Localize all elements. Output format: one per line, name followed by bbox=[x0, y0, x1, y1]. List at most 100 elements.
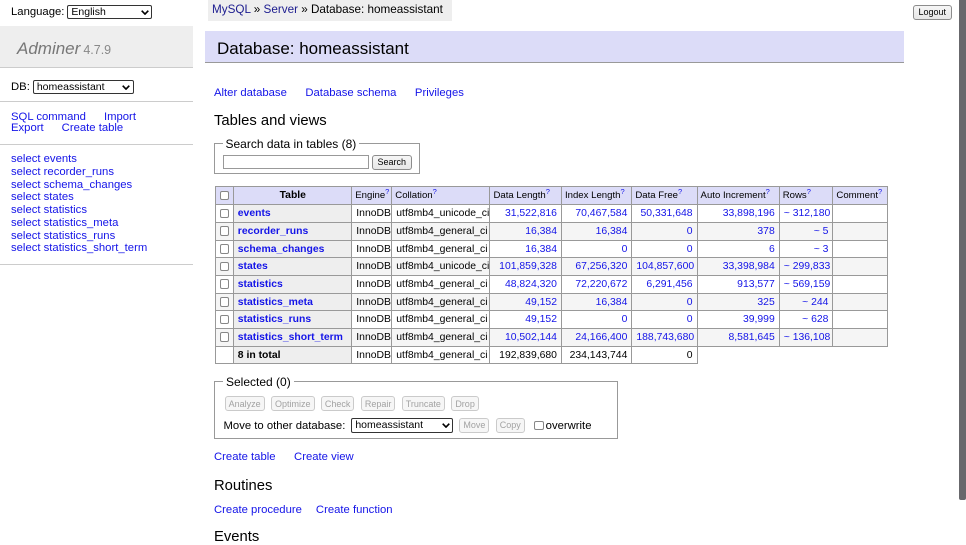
auto-increment-link[interactable]: 325 bbox=[757, 297, 774, 308]
auto-increment-link[interactable]: 8,581,645 bbox=[729, 332, 775, 343]
search-button[interactable]: Search bbox=[372, 155, 413, 170]
sidebar-select-recorder_runs[interactable]: select recorder_runs bbox=[11, 166, 114, 178]
rows-link[interactable]: ~ 136,108 bbox=[784, 332, 831, 343]
table-link-events[interactable]: events bbox=[238, 208, 271, 219]
data-length-link[interactable]: 31,522,816 bbox=[505, 208, 557, 219]
rows-link[interactable]: ~ 299,833 bbox=[784, 261, 831, 272]
index-length-link[interactable]: 72,220,672 bbox=[575, 279, 627, 290]
index-length-link[interactable]: 70,467,584 bbox=[575, 208, 627, 219]
data-free-link[interactable]: 50,331,648 bbox=[641, 208, 693, 219]
index-length-link[interactable]: 0 bbox=[622, 244, 628, 255]
data-free-link[interactable]: 104,857,600 bbox=[636, 261, 694, 272]
row-checkbox[interactable] bbox=[220, 226, 230, 236]
move-database-select[interactable]: homeassistant bbox=[351, 418, 453, 434]
table-link-schema_changes[interactable]: schema_changes bbox=[238, 244, 325, 255]
create-view-link[interactable]: Create view bbox=[294, 451, 354, 463]
data-free-link[interactable]: 0 bbox=[687, 297, 693, 308]
create-procedure-link[interactable]: Create procedure bbox=[214, 504, 302, 516]
index-length-link[interactable]: 16,384 bbox=[596, 226, 628, 237]
data-length-link[interactable]: 49,152 bbox=[525, 314, 557, 325]
scrollbar-thumb[interactable] bbox=[959, 0, 966, 500]
data-length-link[interactable]: 49,152 bbox=[525, 297, 557, 308]
alter-database-link[interactable]: Alter database bbox=[214, 87, 287, 99]
analyze-button[interactable]: Analyze bbox=[225, 396, 265, 411]
optimize-button[interactable]: Optimize bbox=[271, 396, 315, 411]
row-checkbox[interactable] bbox=[220, 297, 230, 307]
row-checkbox[interactable] bbox=[220, 279, 230, 289]
search-input[interactable] bbox=[223, 155, 369, 169]
row-checkbox[interactable] bbox=[220, 262, 230, 272]
rows-link[interactable]: ~ 3 bbox=[814, 244, 829, 255]
sidebar-link-create-table[interactable]: Create table bbox=[62, 122, 124, 134]
table-link-states[interactable]: states bbox=[238, 261, 268, 272]
logout-button[interactable]: Logout bbox=[913, 5, 952, 20]
auto-increment-link[interactable]: 6 bbox=[769, 244, 775, 255]
table-link-statistics_runs[interactable]: statistics_runs bbox=[238, 314, 311, 325]
sidebar-link-import[interactable]: Import bbox=[104, 111, 136, 123]
data-free-link[interactable]: 0 bbox=[687, 244, 693, 255]
overwrite-checkbox[interactable] bbox=[534, 421, 544, 431]
data-free-link[interactable]: 188,743,680 bbox=[636, 332, 694, 343]
rows-link[interactable]: ~ 628 bbox=[802, 314, 828, 325]
index-length-link[interactable]: 24,166,400 bbox=[575, 332, 627, 343]
adminer-title[interactable]: Adminer bbox=[17, 39, 80, 58]
sidebar-link-sql-command[interactable]: SQL command bbox=[11, 111, 86, 123]
truncate-button[interactable]: Truncate bbox=[402, 396, 445, 411]
help-icon[interactable]: ? bbox=[433, 187, 437, 196]
help-icon[interactable]: ? bbox=[878, 187, 882, 196]
help-icon[interactable]: ? bbox=[766, 187, 770, 196]
create-table-link[interactable]: Create table bbox=[214, 451, 276, 463]
db-select[interactable]: homeassistant bbox=[33, 80, 134, 94]
sidebar-select-events[interactable]: select events bbox=[11, 153, 77, 165]
sidebar-select-statistics_short_term[interactable]: select statistics_short_term bbox=[11, 242, 147, 254]
drop-button[interactable]: Drop bbox=[451, 396, 479, 411]
data-free-link[interactable]: 0 bbox=[687, 226, 693, 237]
select-all-checkbox[interactable] bbox=[220, 191, 230, 201]
data-length-link[interactable]: 48,824,320 bbox=[505, 279, 557, 290]
auto-increment-link[interactable]: 33,898,196 bbox=[723, 208, 775, 219]
data-length-link[interactable]: 10,502,144 bbox=[505, 332, 557, 343]
data-free-link[interactable]: 0 bbox=[687, 314, 693, 325]
help-icon[interactable]: ? bbox=[620, 187, 624, 196]
data-length-link[interactable]: 101,859,328 bbox=[499, 261, 557, 272]
repair-button[interactable]: Repair bbox=[361, 396, 396, 411]
row-checkbox[interactable] bbox=[220, 244, 230, 254]
privileges-link[interactable]: Privileges bbox=[415, 87, 464, 99]
auto-increment-link[interactable]: 913,577 bbox=[737, 279, 775, 290]
index-length-link[interactable]: 16,384 bbox=[596, 297, 628, 308]
check-button[interactable]: Check bbox=[321, 396, 355, 411]
move-button[interactable]: Move bbox=[459, 418, 489, 433]
auto-increment-link[interactable]: 33,398,984 bbox=[723, 261, 775, 272]
help-icon[interactable]: ? bbox=[546, 187, 550, 196]
rows-link[interactable]: ~ 5 bbox=[814, 226, 829, 237]
database-schema-link[interactable]: Database schema bbox=[305, 87, 396, 99]
index-length-link[interactable]: 67,256,320 bbox=[575, 261, 627, 272]
sidebar-select-statistics_meta[interactable]: select statistics_meta bbox=[11, 217, 118, 229]
sidebar-select-statistics[interactable]: select statistics bbox=[11, 204, 87, 216]
help-icon[interactable]: ? bbox=[385, 187, 389, 196]
help-icon[interactable]: ? bbox=[807, 187, 811, 196]
table-link-recorder_runs[interactable]: recorder_runs bbox=[238, 226, 308, 237]
data-length-link[interactable]: 16,384 bbox=[525, 244, 557, 255]
data-free-link[interactable]: 6,291,456 bbox=[646, 279, 692, 290]
row-checkbox[interactable] bbox=[220, 332, 230, 342]
auto-increment-link[interactable]: 378 bbox=[757, 226, 774, 237]
rows-link[interactable]: ~ 569,159 bbox=[784, 279, 831, 290]
table-link-statistics_short_term[interactable]: statistics_short_term bbox=[238, 332, 343, 343]
sidebar-select-schema_changes[interactable]: select schema_changes bbox=[11, 179, 132, 191]
table-link-statistics[interactable]: statistics bbox=[238, 279, 283, 290]
copy-button[interactable]: Copy bbox=[496, 418, 525, 433]
help-icon[interactable]: ? bbox=[678, 187, 682, 196]
rows-link[interactable]: ~ 312,180 bbox=[784, 208, 831, 219]
sidebar-link-export[interactable]: Export bbox=[11, 122, 44, 134]
data-length-link[interactable]: 16,384 bbox=[525, 226, 557, 237]
sidebar-select-statistics_runs[interactable]: select statistics_runs bbox=[11, 230, 115, 242]
sidebar-select-states[interactable]: select states bbox=[11, 191, 74, 203]
create-function-link[interactable]: Create function bbox=[316, 504, 393, 516]
row-checkbox[interactable] bbox=[220, 209, 230, 219]
adminer-version[interactable]: 4.7.9 bbox=[83, 43, 111, 57]
row-checkbox[interactable] bbox=[220, 315, 230, 325]
table-link-statistics_meta[interactable]: statistics_meta bbox=[238, 297, 313, 308]
index-length-link[interactable]: 0 bbox=[622, 314, 628, 325]
auto-increment-link[interactable]: 39,999 bbox=[743, 314, 775, 325]
